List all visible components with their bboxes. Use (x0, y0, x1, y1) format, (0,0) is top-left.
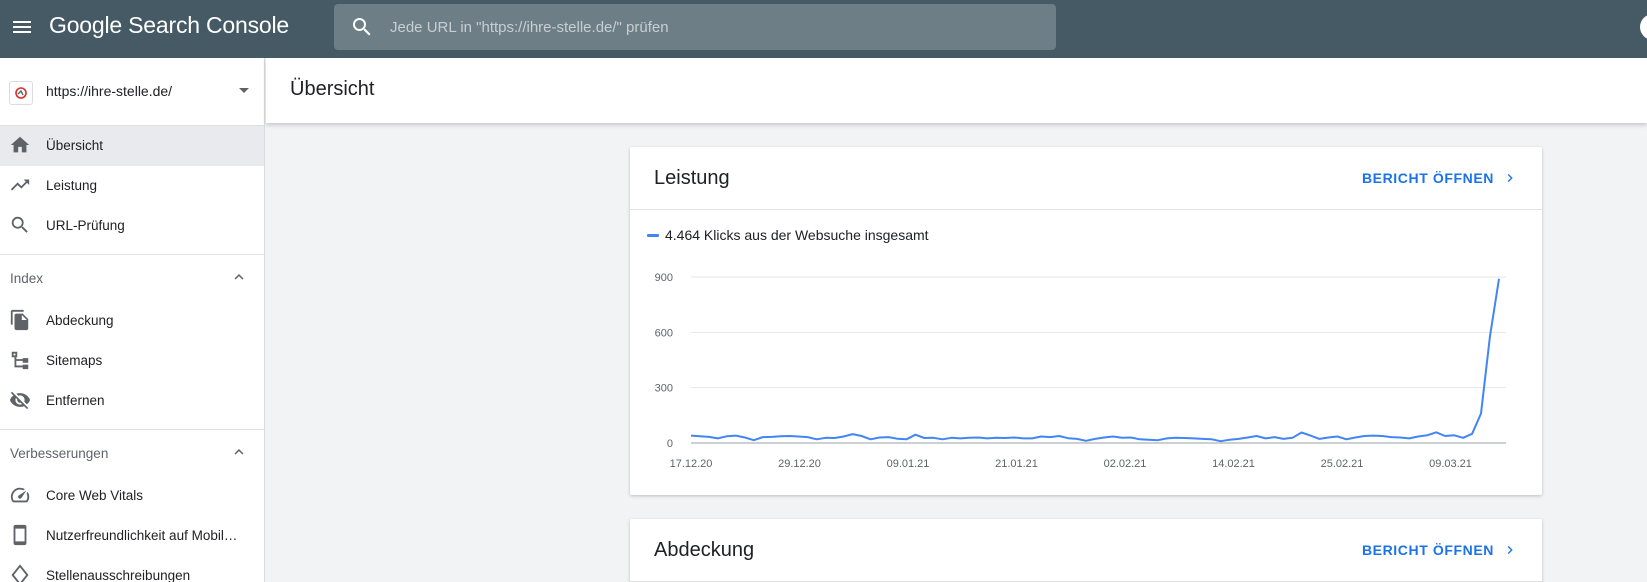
section-title: Verbesserungen (10, 446, 109, 461)
section-title: Index (10, 271, 44, 286)
performance-card: Leistung BERICHT ÖFFNEN 4.464 Klicks aus… (630, 147, 1542, 495)
sidebar-item-label: Stellenausschreibungen (46, 568, 191, 582)
sidebar-item-label: Entfernen (46, 393, 105, 408)
page-header: Übersicht (266, 58, 1647, 123)
sidebar-item-removals[interactable]: Entfernen (0, 381, 264, 421)
card-header: Abdeckung BERICHT ÖFFNEN (630, 519, 1542, 582)
chevron-right-icon (1502, 542, 1518, 558)
link-label: BERICHT ÖFFNEN (1361, 170, 1494, 186)
open-performance-report-link[interactable]: BERICHT ÖFFNEN (1362, 170, 1518, 186)
x-tick-label: 25.02.21 (1321, 458, 1364, 470)
sitemap-icon (9, 349, 31, 371)
card-title: Leistung (654, 167, 730, 189)
chevron-up-icon (230, 268, 248, 286)
home-icon (9, 134, 31, 156)
sidebar-item-label: Abdeckung (46, 313, 114, 328)
trending-up-icon (9, 174, 31, 196)
top-app-bar: Google Search Console (0, 0, 1647, 58)
sidebar-section-index[interactable]: Index (0, 255, 264, 301)
sidebar-item-label: Core Web Vitals (46, 488, 144, 503)
page-title: Übersicht (290, 78, 375, 100)
dropdown-caret-icon (239, 88, 249, 93)
clicks-line-chart[interactable]: 0 300 600 900 17.12.20 29.12.20 09.01.21 21.01.… (630, 210, 1542, 495)
x-tick-label: 09.01.21 (887, 458, 930, 470)
sidebar-item-mobile-usability[interactable]: Nutzerfreundlichkeit auf Mobil… (0, 516, 264, 556)
sidebar-item-label: Nutzerfreundlichkeit auf Mobil… (46, 528, 238, 543)
sidebar-item-url-inspection[interactable]: URL-Prüfung (0, 206, 264, 246)
y-tick-label: 0 (667, 438, 673, 450)
x-tick-label: 17.12.20 (670, 458, 713, 470)
series-line-clicks[interactable] (690, 278, 1500, 443)
sidebar-item-core-web-vitals[interactable]: Core Web Vitals (0, 476, 264, 516)
y-tick-label: 900 (655, 272, 673, 284)
speed-icon (9, 484, 31, 506)
x-tick-label: 14.02.21 (1212, 458, 1255, 470)
url-inspection-search[interactable] (334, 4, 1056, 50)
coverage-card: Abdeckung BERICHT ÖFFNEN (630, 519, 1542, 582)
search-icon (9, 214, 31, 236)
diamond-icon (9, 564, 31, 582)
sidebar-item-performance[interactable]: Leistung (0, 166, 264, 206)
avatar[interactable] (1640, 14, 1647, 40)
sidebar-item-coverage[interactable]: Abdeckung (0, 301, 264, 341)
app-logo[interactable]: Google Search Console (49, 12, 289, 39)
chevron-right-icon (1502, 170, 1518, 186)
sidebar-item-label: Leistung (46, 178, 98, 193)
sidebar-item-overview[interactable]: Übersicht (0, 126, 264, 166)
card-title: Abdeckung (654, 539, 755, 561)
x-tick-label: 29.12.20 (778, 458, 821, 470)
sidebar-section-enhancements[interactable]: Verbesserungen (0, 430, 264, 476)
link-label: BERICHT ÖFFNEN (1361, 542, 1494, 558)
property-favicon-icon (9, 81, 33, 105)
search-input[interactable] (390, 4, 1040, 50)
open-coverage-report-link[interactable]: BERICHT ÖFFNEN (1362, 542, 1518, 558)
sidebar-item-label: Sitemaps (46, 353, 103, 368)
sidebar-item-label: URL-Prüfung (46, 218, 125, 233)
property-selector[interactable]: https://ihre-stelle.de/ (0, 58, 264, 126)
y-tick-label: 300 (655, 383, 673, 395)
search-icon (350, 15, 374, 39)
chevron-up-icon (230, 443, 248, 461)
sidebar-item-job-postings[interactable]: Stellenausschreibungen (0, 556, 264, 582)
x-tick-label: 21.01.21 (995, 458, 1038, 470)
x-tick-label: 09.03.21 (1429, 458, 1472, 470)
sidebar-item-sitemaps[interactable]: Sitemaps (0, 341, 264, 381)
card-header: Leistung BERICHT ÖFFNEN (630, 147, 1542, 210)
smartphone-icon (9, 524, 31, 546)
menu-icon[interactable] (10, 15, 34, 39)
x-tick-label: 02.02.21 (1104, 458, 1147, 470)
sidebar-item-label: Übersicht (46, 138, 104, 153)
visibility-off-icon (9, 389, 31, 411)
sidebar: https://ihre-stelle.de/ Übersicht Leistu… (0, 58, 265, 582)
copy-icon (9, 309, 31, 331)
property-url: https://ihre-stelle.de/ (46, 83, 173, 99)
y-tick-label: 600 (655, 327, 673, 339)
